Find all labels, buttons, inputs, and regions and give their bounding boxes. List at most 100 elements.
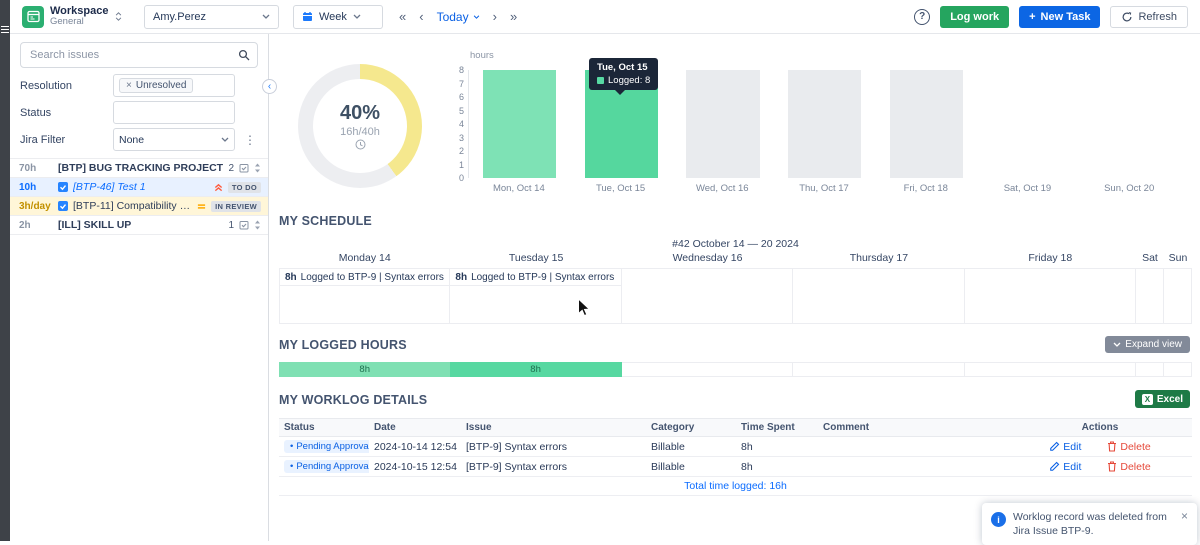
x-axis-label: Sat, Oct 19 [977,183,1079,194]
user-select-value: Amy.Perez [153,11,206,23]
required-bar[interactable] [890,70,963,178]
y-tick: 1 [459,160,464,170]
edit-button[interactable]: Edit [1049,461,1081,473]
log-work-label: Log work [950,11,999,23]
day-header: Sat [1136,252,1164,264]
remove-chip-icon[interactable]: × [126,80,132,91]
menu-icon[interactable] [1,24,9,35]
clock-icon [355,139,366,150]
nav-first-icon[interactable]: « [399,9,406,24]
sort-icon[interactable] [254,163,261,173]
worklog-table: Status Date Issue Category Time Spent Co… [279,418,1192,496]
weekly-hours-chart: hours 876543210 Mon, Oct 14Tue, Oct 15We… [440,46,1188,206]
x-axis-label: Fri, Oct 18 [875,183,977,194]
pencil-icon [1049,461,1060,472]
schedule-cell-friday[interactable] [965,269,1136,323]
search-input[interactable] [20,42,258,68]
col-header-date: Date [369,422,461,433]
issue-time: 70h [19,163,53,174]
more-options-icon[interactable]: ⋮ [244,133,256,147]
close-icon[interactable]: × [1181,510,1188,522]
schedule-cell-monday[interactable]: 8h Logged to BTP-9 | Syntax errors [279,269,450,323]
new-task-button[interactable]: +New Task [1019,6,1100,28]
worklog-date: 2024-10-14 12:54 [369,441,461,453]
notification-toast: i Worklog record was deleted from Jira I… [982,503,1197,545]
schedule-cell-thursday[interactable] [793,269,964,323]
trash-icon [1107,441,1117,452]
schedule-cell-saturday[interactable] [1136,269,1164,323]
y-axis: 876543210 [440,65,464,183]
chart-plot [468,70,1180,178]
required-bar[interactable] [686,70,759,178]
resolution-field[interactable]: × Unresolved [113,74,235,97]
refresh-icon [1121,11,1133,23]
bar-column[interactable] [1078,70,1180,178]
logged-hours-cell[interactable]: 8h [279,362,450,377]
workspace-switcher[interactable]: Workspace General [22,6,138,28]
issue-row-btp11[interactable]: 3h/day [BTP-11] Compatibility defects IN… [10,197,268,216]
task-type-icon [58,182,68,192]
y-tick: 6 [459,92,464,102]
workspace-switch-icon[interactable] [115,12,122,21]
y-tick: 5 [459,106,464,116]
search-icon[interactable] [238,49,250,61]
logged-bar[interactable] [483,70,556,178]
worklog-issue: [BTP-9] Syntax errors [461,441,646,453]
nav-prev-icon[interactable]: ‹ [419,9,423,24]
schedule-cell-tuesday[interactable]: 8h Logged to BTP-9 | Syntax errors [450,269,621,323]
delete-button[interactable]: Delete [1107,461,1150,473]
issue-row-btp46[interactable]: 10h [BTP-46] Test 1 TO DO [10,178,268,197]
schedule-cell-sunday[interactable] [1164,269,1192,323]
user-select[interactable]: Amy.Perez [144,5,279,29]
period-select-value: Week [319,11,347,23]
issue-row-ill[interactable]: 2h [ILL] SKILL UP 1 [10,216,268,235]
schedule-entry[interactable]: 8h Logged to BTP-9 | Syntax errors [280,269,449,286]
issue-row-btp[interactable]: 70h [BTP] BUG TRACKING PROJECT 2 [10,159,268,178]
issues-sidebar: Resolution × Unresolved Status Jira Filt… [10,34,269,541]
bar-column[interactable] [875,70,977,178]
progress-hours: 16h/40h [340,126,380,138]
topbar: Workspace General Amy.Perez Week « ‹ Tod… [10,0,1200,34]
logged-hours-cell[interactable] [965,362,1136,377]
edit-button[interactable]: Edit [1049,441,1081,453]
x-axis-label: Wed, Oct 16 [671,183,773,194]
logged-hours-cell[interactable] [793,362,964,377]
logged-hours-cell[interactable] [622,362,793,377]
scheduled-icon[interactable] [239,220,249,230]
trash-icon [1107,461,1117,472]
worklog-time-spent: 8h [736,441,818,453]
delete-button[interactable]: Delete [1107,441,1150,453]
date-navigation: « ‹ Today › » [399,9,517,24]
logged-hours-cell[interactable] [1164,362,1192,377]
y-tick: 0 [459,173,464,183]
schedule-cell-wednesday[interactable] [622,269,793,323]
bar-column[interactable] [774,70,876,178]
bar-column[interactable] [977,70,1079,178]
scheduled-icon[interactable] [239,163,249,173]
period-select[interactable]: Week [293,5,383,29]
y-axis-title: hours [470,50,494,61]
jira-filter-select[interactable]: None [113,128,235,151]
nav-next-icon[interactable]: › [493,9,497,24]
required-bar[interactable] [788,70,861,178]
today-button[interactable]: Today [437,10,480,24]
help-icon[interactable]: ? [914,9,930,25]
bar-column[interactable] [672,70,774,178]
schedule-entry[interactable]: 8h Logged to BTP-9 | Syntax errors [450,269,620,286]
plus-icon: + [1029,11,1035,23]
refresh-button[interactable]: Refresh [1110,6,1188,28]
log-work-button[interactable]: Log work [940,6,1009,28]
status-field[interactable] [113,101,235,124]
pencil-icon [1049,441,1060,452]
nav-last-icon[interactable]: » [510,9,517,24]
excel-export-button[interactable]: X Excel [1135,390,1190,408]
col-header-status: Status [279,422,369,433]
worklog-row: •Pending Approval 2024-10-14 12:54 [BTP-… [279,437,1192,457]
logged-hours-cell[interactable]: 8h [450,362,621,377]
expand-view-button[interactable]: Expand view [1105,336,1190,353]
sort-icon[interactable] [254,220,261,230]
bar-column[interactable] [469,70,571,178]
sidebar-collapse-button[interactable]: ‹ [262,79,277,94]
worklog-date: 2024-10-15 12:54 [369,461,461,473]
logged-hours-cell[interactable] [1136,362,1164,377]
